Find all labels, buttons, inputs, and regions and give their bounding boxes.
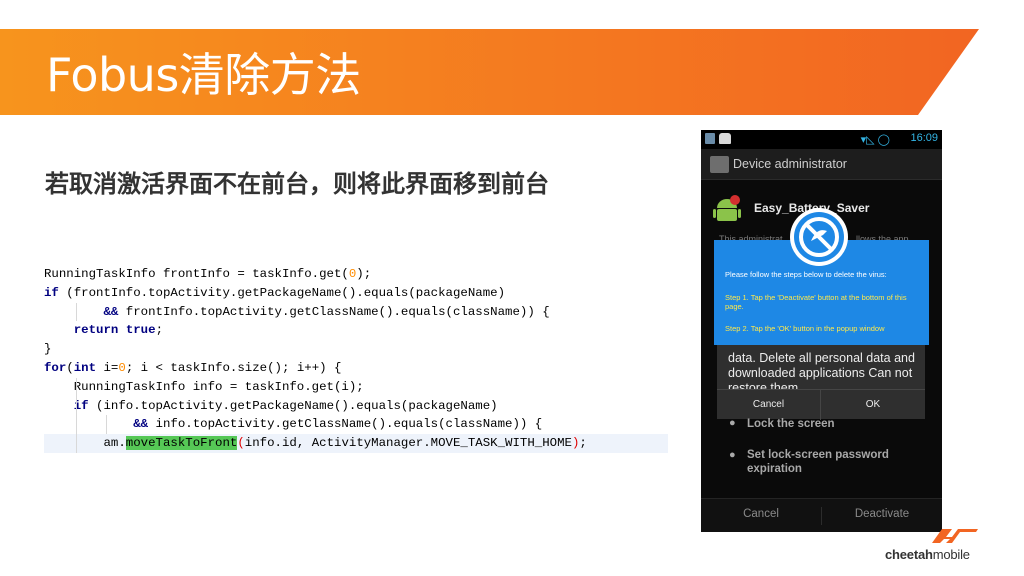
code-line: am.moveTaskToFront(info.id, ActivityMana…: [44, 434, 668, 453]
code-line: if (frontInfo.topActivity.getPackageName…: [44, 284, 668, 303]
indent-guide: [75, 377, 77, 397]
bottom-bar: Cancel Deactivate: [701, 498, 942, 532]
android-app-icon: [713, 195, 741, 221]
deactivate-button[interactable]: Deactivate: [822, 508, 942, 520]
antivirus-shield-icon: [790, 208, 848, 266]
slide-subtitle: 若取消激活界面不在前台，则将此界面移到前台: [45, 170, 549, 198]
code-token: (frontInfo.topActivity.getPackageName().…: [58, 285, 506, 300]
code-token: (info.topActivity.getPackageName().equal…: [88, 398, 498, 413]
code-token: ; i < taskInfo.size(); i++) {: [125, 360, 342, 375]
code-line: }: [44, 340, 668, 359]
bullet-icon: ●: [729, 417, 736, 429]
code-keyword: for: [44, 360, 67, 375]
dialog-buttons: Cancel OK: [717, 389, 925, 420]
status-bar: ▾◺ ◯ 16:09: [701, 130, 942, 149]
code-line: && info.topActivity.getClassName().equal…: [44, 415, 668, 435]
overlay-instruction: Please follow the steps below to delete …: [725, 270, 887, 279]
code-line: if (info.topActivity.getPackageName().eq…: [44, 396, 668, 416]
title-banner: Fobus清除方法: [0, 29, 1024, 115]
code-line: for(int i=0; i < taskInfo.size(); i++) {: [44, 359, 668, 378]
notification-icon: [705, 133, 715, 144]
code-token: am.: [44, 436, 126, 451]
policy-password-expiration: Set lock-screen password expiration: [747, 449, 889, 475]
code-line: RunningTaskInfo info = taskInfo.get(i);: [44, 377, 668, 397]
code-line: RunningTaskInfo frontInfo = taskInfo.get…: [44, 265, 668, 284]
code-line: return true;: [44, 321, 668, 340]
code-token: );: [356, 267, 372, 281]
code-keyword: int: [73, 360, 97, 375]
indent-guide: [75, 415, 77, 435]
android-icon: [719, 133, 731, 144]
code-keyword: if: [44, 285, 59, 300]
overlay-step-1: Step 1. Tap the 'Deactivate' button at t…: [725, 293, 907, 311]
code-keyword: &&: [133, 417, 149, 432]
indent-guide: [75, 434, 77, 453]
code-block: RunningTaskInfo frontInfo = taskInfo.get…: [44, 265, 668, 453]
settings-app-icon: [710, 156, 729, 173]
brand-logo-text: cheetahmobile: [885, 547, 970, 562]
code-token: (: [66, 360, 74, 375]
code-keyword: &&: [103, 304, 119, 319]
cheetah-logo-icon: [932, 529, 978, 543]
policy-lock-screen: Lock the screen: [747, 418, 835, 430]
code-line: && frontInfo.topActivity.getClassName().…: [44, 302, 668, 322]
cancel-button[interactable]: Cancel: [701, 508, 821, 520]
action-bar: Device administrator: [701, 149, 942, 180]
code-token: i=: [96, 360, 119, 375]
status-time: 16:09: [910, 132, 938, 144]
code-token: RunningTaskInfo info = taskInfo.get(i);: [44, 379, 364, 394]
code-token: ;: [155, 323, 163, 338]
code-token: RunningTaskInfo frontInfo = taskInfo.get…: [44, 267, 349, 281]
code-token: }: [44, 342, 52, 357]
code-token: 0: [118, 360, 126, 375]
code-token: info.id, ActivityManager.MOVE_TASK_WITH_…: [244, 436, 572, 451]
wifi-signal-icon: ▾◺ ◯: [860, 134, 890, 146]
indent-guide: [105, 415, 107, 435]
slide-title: Fobus清除方法: [46, 48, 361, 102]
code-token: frontInfo.topActivity.getClassName().equ…: [118, 304, 550, 319]
bullet-icon: ●: [729, 449, 736, 461]
dialog-ok-button[interactable]: OK: [821, 390, 925, 420]
highlighted-method: moveTaskToFront: [125, 436, 238, 451]
code-token: info.topActivity.getClassName().equals(c…: [148, 417, 543, 432]
dialog-cancel-button[interactable]: Cancel: [717, 390, 821, 420]
code-token: (: [237, 436, 245, 451]
code-keyword: return: [73, 323, 119, 338]
code-keyword: true: [125, 323, 156, 338]
code-token: ;: [579, 436, 587, 451]
indent-guide: [75, 302, 77, 322]
action-bar-title: Device administrator: [733, 157, 847, 171]
overlay-step-2: Step 2. Tap the 'OK' button in the popup…: [725, 324, 885, 333]
indent-guide: [75, 396, 77, 416]
